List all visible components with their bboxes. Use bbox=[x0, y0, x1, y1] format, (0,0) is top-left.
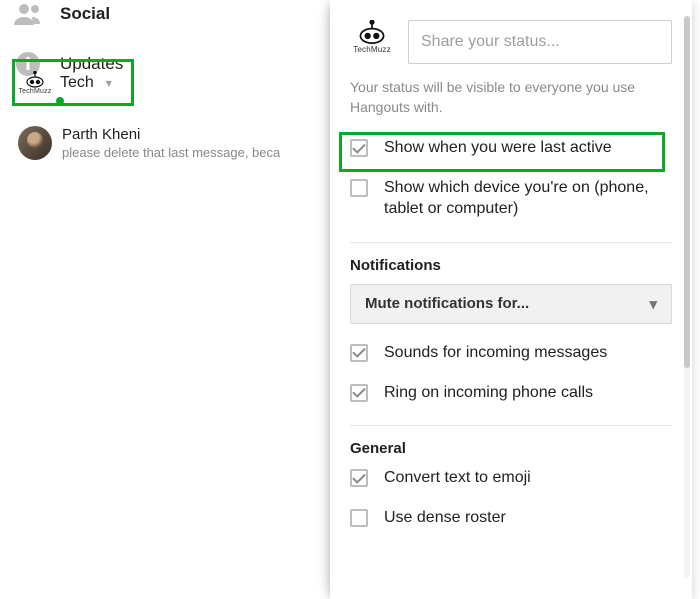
account-switcher[interactable]: TechMuzz Tech ▾ bbox=[14, 63, 134, 103]
caret-down-icon: ▾ bbox=[649, 295, 657, 313]
checkbox-dense-roster[interactable] bbox=[350, 509, 368, 527]
checkbox-sounds[interactable] bbox=[350, 344, 368, 362]
status-visibility-hint: Your status will be visible to everyone … bbox=[350, 78, 672, 117]
checkbox-emoji[interactable] bbox=[350, 469, 368, 487]
mute-select-label: Mute notifications for... bbox=[365, 295, 529, 312]
option-label: Show which device you're on (phone, tabl… bbox=[384, 177, 672, 220]
presence-dot-icon bbox=[54, 95, 66, 107]
divider bbox=[350, 242, 672, 243]
caret-down-icon: ▾ bbox=[106, 76, 112, 90]
option-sounds[interactable]: Sounds for incoming messages bbox=[350, 342, 672, 364]
option-dense-roster[interactable]: Use dense roster bbox=[350, 507, 672, 529]
option-label: Use dense roster bbox=[384, 507, 506, 529]
section-heading-general: General bbox=[350, 440, 672, 457]
avatar bbox=[18, 126, 52, 160]
checkbox-last-active[interactable] bbox=[350, 139, 368, 157]
checkbox-show-device[interactable] bbox=[350, 179, 368, 197]
category-label: Social bbox=[60, 4, 110, 24]
option-emoji[interactable]: Convert text to emoji bbox=[350, 467, 672, 489]
scrollbar-thumb[interactable] bbox=[684, 16, 690, 368]
option-label: Ring on incoming phone calls bbox=[384, 382, 593, 404]
option-label: Sounds for incoming messages bbox=[384, 342, 607, 364]
divider bbox=[350, 425, 672, 426]
section-heading-notifications: Notifications bbox=[350, 257, 672, 274]
brand-logo-icon: TechMuzz bbox=[20, 68, 50, 98]
people-icon bbox=[10, 0, 46, 32]
conversation-name: Parth Kheni bbox=[62, 126, 280, 143]
conversation-item[interactable]: Parth Kheni please delete that last mess… bbox=[18, 126, 318, 160]
account-name: Tech bbox=[60, 74, 94, 92]
option-last-active[interactable]: Show when you were last active bbox=[350, 137, 672, 159]
status-input[interactable] bbox=[408, 20, 672, 64]
conversation-text: Parth Kheni please delete that last mess… bbox=[62, 126, 280, 160]
settings-panel: TechMuzz Your status will be visible to … bbox=[330, 0, 692, 599]
left-column: Social Updates TechMuzz Tech ▾ Parth Khe… bbox=[0, 0, 320, 599]
option-ring[interactable]: Ring on incoming phone calls bbox=[350, 382, 672, 404]
option-show-device[interactable]: Show which device you're on (phone, tabl… bbox=[350, 177, 672, 220]
brand-logo-icon: TechMuzz bbox=[350, 20, 394, 64]
category-social[interactable]: Social bbox=[0, 0, 320, 42]
option-label: Show when you were last active bbox=[384, 137, 612, 159]
mute-notifications-select[interactable]: Mute notifications for... ▾ bbox=[350, 284, 672, 324]
checkbox-ring[interactable] bbox=[350, 384, 368, 402]
option-label: Convert text to emoji bbox=[384, 467, 531, 489]
conversation-preview: please delete that last message, beca bbox=[62, 145, 280, 160]
